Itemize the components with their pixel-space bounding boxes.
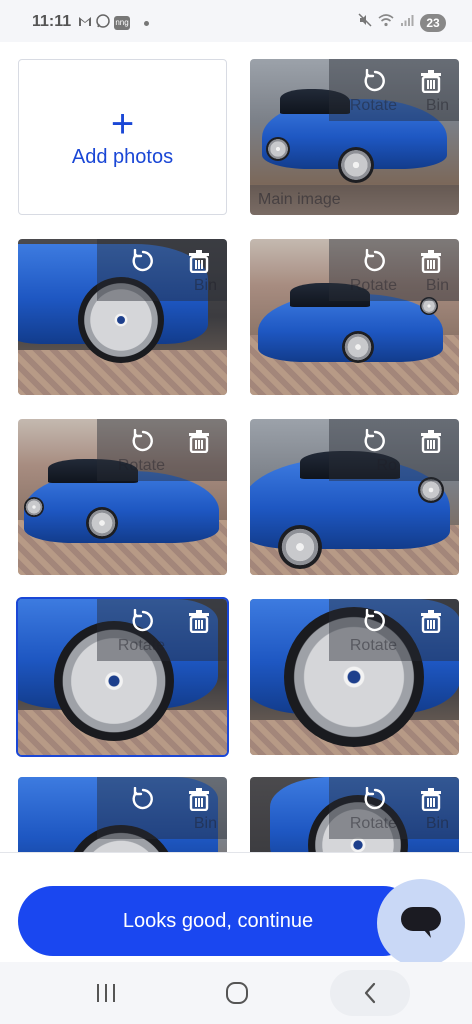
trash-icon bbox=[189, 788, 209, 811]
rotate-button[interactable] bbox=[127, 245, 159, 277]
chat-button[interactable] bbox=[377, 879, 465, 967]
signal-icon bbox=[400, 13, 414, 32]
car-wheel bbox=[278, 525, 322, 569]
bin-button[interactable] bbox=[183, 245, 215, 277]
rotate-icon bbox=[364, 609, 385, 632]
bin-text: Bin bbox=[425, 815, 449, 832]
photo-tile[interactable]: Rotate Bin bbox=[250, 239, 459, 395]
home-button[interactable] bbox=[197, 970, 277, 1016]
back-icon bbox=[364, 982, 376, 1004]
rotate-button[interactable] bbox=[359, 425, 391, 457]
battery-indicator: 23 bbox=[420, 13, 446, 32]
trash-icon bbox=[189, 430, 209, 453]
photo-tile[interactable]: Rotate Bin bbox=[250, 777, 459, 852]
footer-divider bbox=[0, 852, 472, 853]
bin-text: Bin bbox=[425, 277, 449, 294]
wifi-icon bbox=[378, 13, 394, 32]
rotate-button[interactable] bbox=[127, 425, 159, 457]
add-photos-label: Add photos bbox=[71, 145, 174, 168]
rotate-button[interactable] bbox=[127, 605, 159, 637]
car-wheel bbox=[338, 147, 374, 183]
notification-icons: nng bbox=[78, 14, 149, 32]
bin-button[interactable] bbox=[415, 65, 447, 97]
rotate-button[interactable] bbox=[359, 245, 391, 277]
photo-tile[interactable]: Rotate bbox=[18, 419, 227, 575]
photo-tile[interactable]: Ro bbox=[250, 419, 459, 575]
mute-icon bbox=[358, 13, 372, 32]
rotate-icon bbox=[364, 429, 385, 452]
rotate-text: Rotate bbox=[349, 97, 397, 114]
rotate-icon bbox=[132, 609, 153, 632]
home-icon bbox=[226, 982, 248, 1004]
whatsapp-icon bbox=[96, 14, 110, 32]
plus-icon: + bbox=[110, 101, 135, 146]
bin-button[interactable] bbox=[415, 605, 447, 637]
trash-icon bbox=[421, 430, 441, 453]
more-notifications-dot bbox=[144, 20, 149, 26]
recent-apps-icon bbox=[97, 984, 115, 1002]
photo-grid: + Add photos Rotate Bin Main image Bin R… bbox=[0, 42, 472, 852]
bin-button[interactable] bbox=[415, 783, 447, 815]
rotate-icon bbox=[364, 69, 385, 92]
trash-icon bbox=[189, 250, 209, 273]
rotate-icon bbox=[364, 249, 385, 272]
rotate-button[interactable] bbox=[359, 605, 391, 637]
photo-tile[interactable]: Bin bbox=[18, 239, 227, 395]
rotate-icon bbox=[132, 787, 153, 810]
status-time: 11:11 bbox=[32, 13, 72, 30]
photo-tile-selected[interactable]: Rotate bbox=[16, 597, 229, 757]
rotate-icon bbox=[132, 249, 153, 272]
trash-icon bbox=[189, 610, 209, 633]
continue-label: Looks good, continue bbox=[122, 909, 314, 932]
status-bar: 11:11 nng 23 bbox=[0, 0, 472, 42]
rotate-button[interactable] bbox=[359, 783, 391, 815]
system-icons: 23 bbox=[358, 13, 446, 32]
bin-text: Bin bbox=[193, 815, 217, 832]
bin-button[interactable] bbox=[183, 605, 215, 637]
car-wheel bbox=[24, 497, 44, 517]
bin-text: Bin bbox=[193, 277, 217, 294]
rotate-icon bbox=[132, 429, 153, 452]
bin-button[interactable] bbox=[415, 425, 447, 457]
rotate-icon bbox=[364, 787, 385, 810]
trash-icon bbox=[421, 70, 441, 93]
car-wheel bbox=[342, 331, 374, 363]
rotate-text: Rotate bbox=[117, 637, 165, 654]
trash-icon bbox=[421, 788, 441, 811]
photo-tile-main[interactable]: Rotate Bin Main image bbox=[250, 59, 459, 215]
rotate-text: Rotate bbox=[117, 457, 165, 474]
rotate-text: Rotate bbox=[349, 815, 397, 832]
app-icon: nng bbox=[114, 16, 130, 30]
main-image-label: Main image bbox=[250, 185, 459, 215]
continue-button[interactable]: Looks good, continue bbox=[18, 886, 418, 956]
rotate-text: Rotate bbox=[349, 637, 397, 654]
back-button[interactable] bbox=[330, 970, 410, 1016]
chat-bubble-icon bbox=[401, 907, 441, 938]
trash-icon bbox=[421, 610, 441, 633]
photo-tile[interactable]: Bin bbox=[18, 777, 227, 852]
photo-tile[interactable]: Rotate bbox=[250, 599, 459, 755]
add-photos-button[interactable]: + Add photos bbox=[18, 59, 227, 215]
trash-icon bbox=[421, 250, 441, 273]
gmail-icon bbox=[78, 15, 92, 31]
bin-button[interactable] bbox=[415, 245, 447, 277]
rotate-text: Ro bbox=[376, 457, 397, 474]
recent-apps-button[interactable] bbox=[66, 970, 146, 1016]
bin-button[interactable] bbox=[183, 425, 215, 457]
bin-button[interactable] bbox=[183, 783, 215, 815]
bin-text: Bin bbox=[425, 97, 449, 114]
car-wheel bbox=[86, 507, 118, 539]
rotate-button[interactable] bbox=[359, 65, 391, 97]
rotate-text: Rotate bbox=[349, 277, 397, 294]
car-wheel bbox=[266, 137, 290, 161]
system-nav-bar bbox=[0, 962, 472, 1024]
rotate-button[interactable] bbox=[127, 783, 159, 815]
